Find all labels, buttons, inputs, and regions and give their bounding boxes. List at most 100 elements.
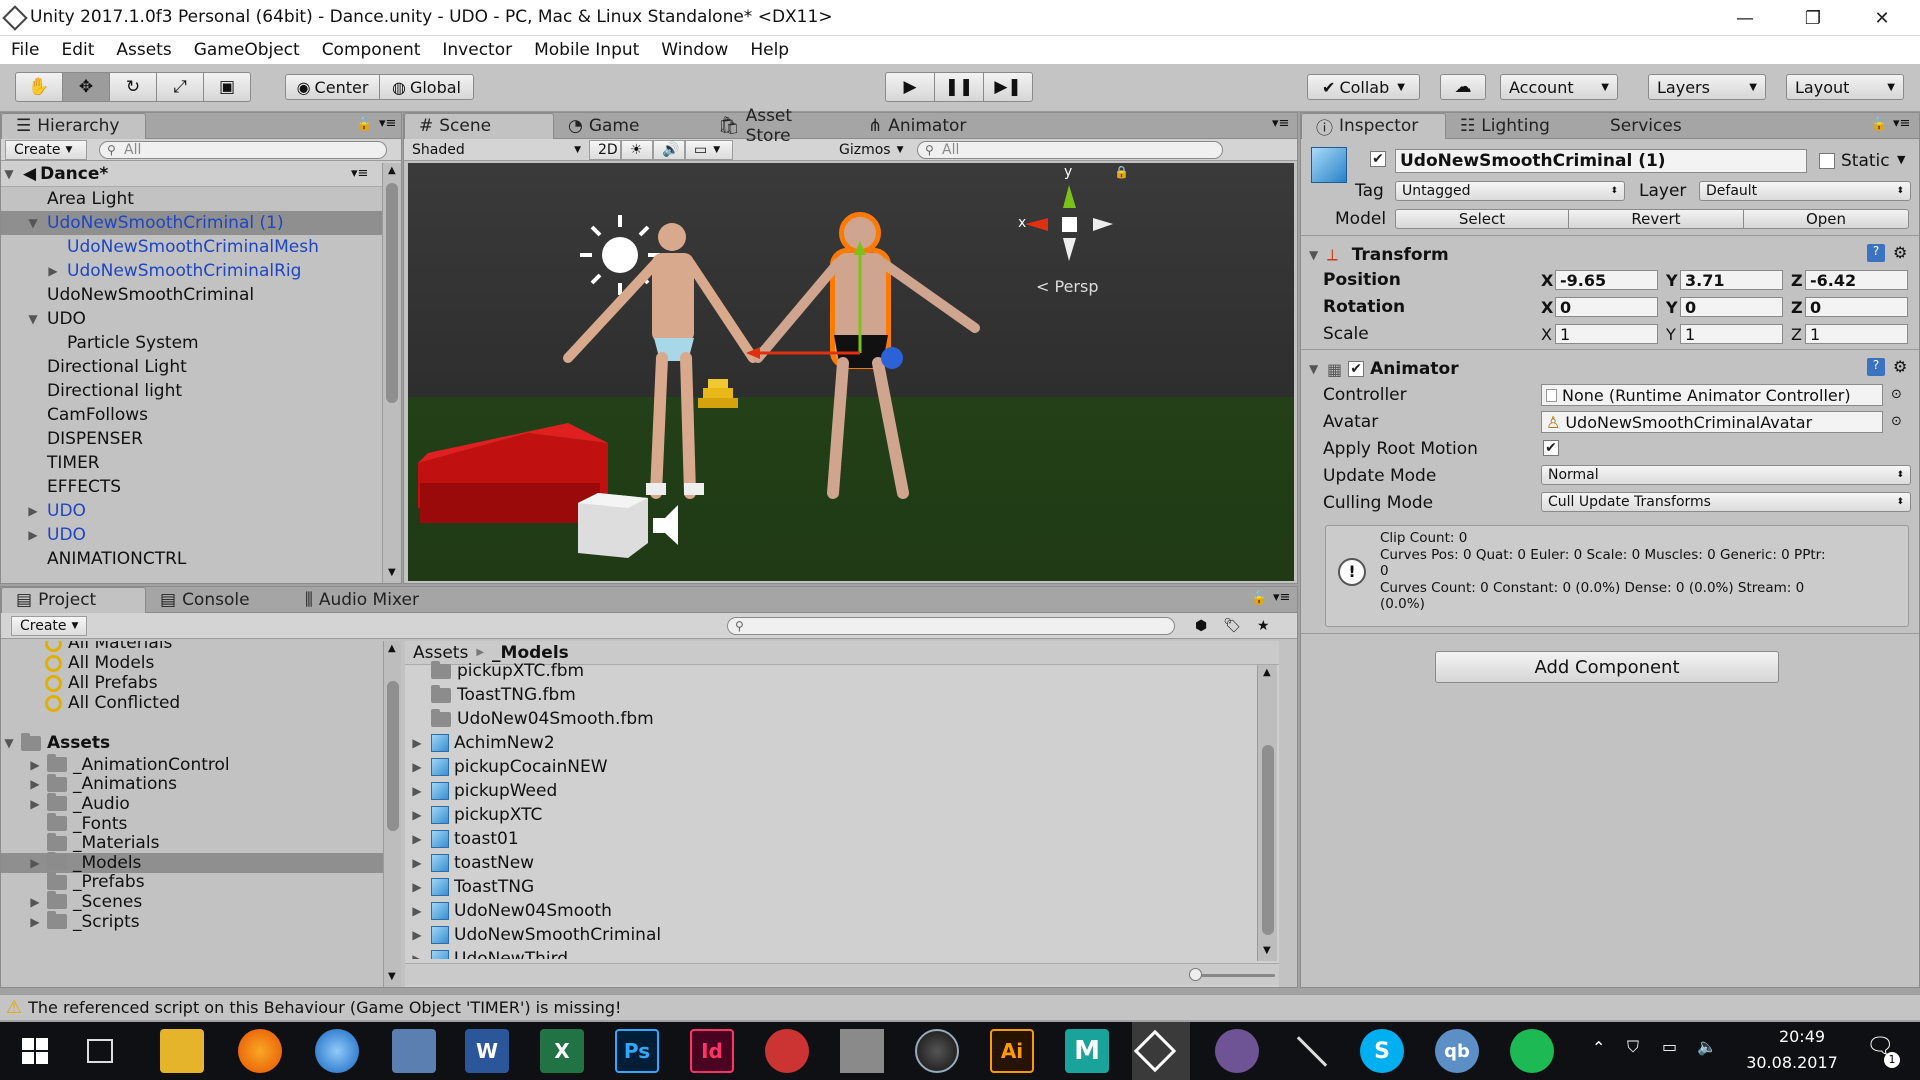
paint-icon[interactable] — [765, 1029, 809, 1073]
firefox-icon[interactable] — [238, 1029, 282, 1073]
filter-label-icon[interactable]: 🏷 — [1223, 618, 1241, 634]
illustrator-icon[interactable]: Ai — [990, 1029, 1034, 1073]
minimize-button[interactable]: — — [1715, 0, 1775, 36]
chevron-right-icon[interactable]: ▶ — [409, 808, 425, 822]
audio-source-icon[interactable] — [653, 505, 678, 545]
account-dropdown[interactable]: Account ▼ — [1500, 74, 1618, 100]
scroll-up-icon[interactable]: ▲ — [1263, 667, 1271, 678]
gear-icon[interactable]: ⚙ — [1893, 357, 1907, 376]
folder-item[interactable]: ▶ _Models — [1, 852, 383, 873]
controller-field[interactable]: None (Runtime Animator Controller) — [1541, 384, 1883, 406]
panel-menu-icon[interactable]: ▾≡ — [1273, 590, 1290, 605]
file-explorer-icon[interactable] — [160, 1029, 204, 1073]
layers-dropdown[interactable]: Layers ▼ — [1648, 74, 1766, 100]
hand-tool-button[interactable]: ✋ — [15, 72, 63, 102]
lock-icon[interactable]: 🔒 — [1251, 591, 1267, 606]
scene-menu-icon[interactable]: ▾≡ — [351, 166, 368, 181]
scrollbar-thumb[interactable] — [386, 183, 398, 403]
update-mode-dropdown[interactable]: Normal ⬍ — [1541, 465, 1911, 485]
tab-game[interactable]: ◔ Game — [554, 113, 704, 139]
transform-z-field[interactable]: 0 — [1805, 297, 1908, 317]
hierarchy-item[interactable]: ▶ UdoNewSmoothCriminalRig — [1, 259, 383, 283]
tab-project[interactable]: ▤ Project — [1, 586, 146, 613]
static-checkbox[interactable] — [1819, 153, 1835, 169]
object-picker-icon[interactable]: ⊙ — [1891, 387, 1902, 402]
icon-size-slider-track[interactable] — [1195, 974, 1275, 977]
model-open-button[interactable]: Open — [1743, 209, 1909, 229]
chevron-right-icon[interactable]: ▶ — [25, 528, 41, 542]
hierarchy-item[interactable]: TIMER — [1, 451, 383, 475]
chevron-right-icon[interactable]: ▶ — [25, 504, 41, 518]
favorite-item[interactable]: All Materials — [1, 641, 383, 653]
dropdown-arrow-icon[interactable]: ▼ — [1897, 153, 1905, 166]
step-button[interactable]: ▶❚ — [983, 72, 1033, 102]
spotify-icon[interactable] — [1510, 1029, 1554, 1073]
file-item[interactable]: ▶ UdoNew04Smooth — [405, 899, 1257, 923]
transform-z-field[interactable]: 1 — [1805, 324, 1908, 344]
transform-y-field[interactable]: 1 — [1680, 324, 1783, 344]
filter-type-icon[interactable]: ⬢ — [1195, 618, 1207, 634]
transform-header[interactable]: ▼ ⟂ Transform ? ⚙ — [1309, 243, 1913, 267]
chevron-right-icon[interactable]: ▶ — [27, 797, 43, 811]
tab-asset-store[interactable]: 🛍 Asset Store — [704, 106, 854, 146]
effects-dropdown[interactable]: ▭ ▼ — [685, 139, 733, 160]
menu-gameobject[interactable]: GameObject — [194, 36, 300, 64]
white-box[interactable] — [578, 493, 648, 558]
cinema4d-icon[interactable] — [915, 1029, 959, 1073]
cloud-button[interactable]: ☁ — [1440, 74, 1486, 100]
chevron-down-icon[interactable]: ▼ — [25, 216, 41, 230]
transform-x-field[interactable]: -9.65 — [1555, 270, 1658, 290]
hierarchy-search-input[interactable]: ⚲ All — [99, 140, 387, 159]
tab-inspector[interactable]: ⓘ Inspector — [1301, 112, 1446, 139]
axis-label-x[interactable]: X — [1541, 271, 1553, 290]
hierarchy-item[interactable]: ▶ UDO — [1, 499, 383, 523]
menu-assets[interactable]: Assets — [116, 36, 171, 64]
collab-dropdown[interactable]: ✔ Collab ▼ — [1307, 74, 1420, 100]
move-tool-button[interactable]: ✥ — [62, 72, 110, 102]
hierarchy-item[interactable]: Directional light — [1, 379, 383, 403]
file-item[interactable]: UdoNew04Smooth.fbm — [405, 707, 1257, 731]
scrollbar-thumb[interactable] — [387, 681, 399, 831]
tag-dropdown[interactable]: Untagged ⬍ — [1395, 181, 1625, 201]
hierarchy-item[interactable]: CamFollows — [1, 403, 383, 427]
file-item[interactable]: ▶ toastNew — [405, 851, 1257, 875]
scroll-down-icon[interactable]: ▼ — [388, 567, 396, 578]
task-view-icon[interactable] — [87, 1039, 113, 1063]
file-item[interactable]: ▶ UdoNewSmoothCriminal — [405, 923, 1257, 947]
file-item[interactable]: ▶ pickupXTC — [405, 803, 1257, 827]
file-item[interactable]: pickupXTC.fbm — [405, 659, 1257, 683]
tab-scene[interactable]: # Scene — [404, 112, 554, 139]
2d-toggle[interactable]: 2D — [589, 139, 621, 160]
status-bar[interactable]: ⚠ The referenced script on this Behaviou… — [0, 994, 1920, 1020]
word-icon[interactable]: W — [465, 1029, 509, 1073]
hierarchy-item[interactable]: ▼ UdoNewSmoothCriminal (1) — [1, 211, 383, 235]
axis-label-z[interactable]: Z — [1791, 325, 1802, 344]
folder-item[interactable]: ▶ _AnimationControl — [1, 754, 383, 775]
folder-item[interactable]: ▶ _Scenes — [1, 891, 383, 912]
active-checkbox[interactable]: ✔ — [1370, 151, 1386, 167]
chevron-right-icon[interactable]: ▶ — [409, 952, 425, 959]
chevron-right-icon[interactable]: ▶ — [45, 264, 61, 278]
object-picker-icon[interactable]: ⊙ — [1891, 414, 1902, 429]
hierarchy-item[interactable]: Particle System — [1, 331, 383, 355]
axis-label-z[interactable]: Z — [1791, 298, 1803, 317]
hierarchy-item[interactable]: Directional Light — [1, 355, 383, 379]
scrollbar-thumb[interactable] — [1262, 745, 1274, 935]
axis-label-y[interactable]: Y — [1666, 325, 1676, 344]
file-item[interactable]: ▶ toast01 — [405, 827, 1257, 851]
viewport-lock-icon[interactable]: 🔒 — [1114, 165, 1129, 179]
scene-header[interactable]: ▼ ◀ Dance* ▾≡ — [1, 161, 401, 187]
remote-desktop-icon[interactable] — [392, 1029, 436, 1073]
windows-start-icon[interactable] — [22, 1038, 48, 1064]
lock-icon[interactable]: 🔒 — [356, 117, 372, 132]
folder-tree-scrollbar[interactable]: ▲ ▼ — [383, 641, 401, 987]
chevron-right-icon[interactable]: ▶ — [27, 915, 43, 929]
chevron-right-icon[interactable]: ▶ — [409, 784, 425, 798]
thunderbird-icon[interactable] — [315, 1029, 359, 1073]
hierarchy-item[interactable]: ▼ UDO — [1, 307, 383, 331]
axis-label-z[interactable]: Z — [1791, 271, 1803, 290]
tray-chevron-up-icon[interactable]: ⌃ — [1592, 1038, 1605, 1057]
chevron-right-icon[interactable]: ▶ — [409, 760, 425, 774]
tray-volume-icon[interactable]: 🔈 — [1697, 1037, 1717, 1056]
add-component-button[interactable]: Add Component — [1435, 651, 1779, 683]
